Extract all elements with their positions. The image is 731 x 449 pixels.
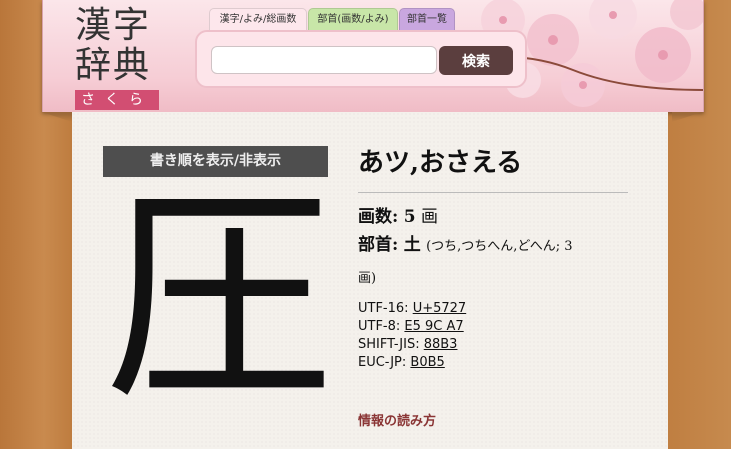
logo-line-2: 辞典 [75, 45, 152, 86]
radical-label: 部首: [358, 235, 399, 255]
stroke-count-unit: 画 [420, 207, 438, 227]
logo-subtitle: さくら [75, 90, 159, 110]
radical-detail-end: 画) [358, 271, 377, 286]
code-row-utf8: UTF-8: E5 9C A7 [358, 318, 466, 336]
stroke-count-label: 画数: [358, 207, 399, 227]
kanji-detail-panel: 書き順を表示/非表示 圧 あツ,おさえる 画数: 5 画 部首: 土 (つち,つ… [72, 112, 668, 449]
radical-info: 部首: 土 (つち,つちへん,どへん; 3 画) [358, 230, 628, 294]
code-label: UTF-16: [358, 301, 409, 316]
header-fold-left [42, 112, 72, 122]
code-value-link[interactable]: 88B3 [424, 337, 458, 352]
site-logo[interactable]: 漢字 辞典 さくら [75, 6, 171, 110]
code-row-utf16: UTF-16: U+5727 [358, 300, 466, 318]
code-label: SHIFT-JIS: [358, 337, 420, 352]
header-fold-right [672, 112, 702, 122]
tab-kanji-reading-strokes[interactable]: 漢字/よみ/総画数 [209, 8, 307, 32]
reading-divider [358, 192, 628, 193]
kanji-display: 圧 [103, 165, 334, 432]
site-header: 漢字 辞典 さくら 漢字/よみ/総画数 部首(画数/よみ) 部首一覧 検索 [42, 0, 704, 112]
tab-radical-strokes-reading[interactable]: 部首(画数/よみ) [308, 8, 398, 32]
stroke-count: 画数: 5 画 [358, 202, 438, 227]
search-panel: 検索 [195, 30, 527, 88]
how-to-read-info-link[interactable]: 情報の読み方 [358, 410, 436, 429]
tab-radical-list[interactable]: 部首一覧 [399, 8, 455, 32]
code-label: UTF-8: [358, 319, 401, 334]
code-value-link[interactable]: E5 9C A7 [404, 319, 463, 334]
kanji-reading: あツ,おさえる [358, 148, 523, 178]
radical-detail: (つち,つちへん,どへん; 3 [426, 239, 573, 254]
code-value-link[interactable]: B0B5 [410, 355, 444, 370]
radical-char[interactable]: 土 [404, 235, 421, 255]
stroke-count-value: 5 [403, 207, 416, 227]
code-value-link[interactable]: U+5727 [413, 301, 467, 316]
code-row-euc-jp: EUC-JP: B0B5 [358, 354, 466, 372]
code-row-shift-jis: SHIFT-JIS: 88B3 [358, 336, 466, 354]
character-codes: UTF-16: U+5727 UTF-8: E5 9C A7 SHIFT-JIS… [358, 300, 466, 372]
code-label: EUC-JP: [358, 355, 407, 370]
search-input[interactable] [211, 46, 437, 74]
search-button[interactable]: 検索 [439, 46, 513, 75]
logo-line-1: 漢字 [75, 5, 152, 46]
